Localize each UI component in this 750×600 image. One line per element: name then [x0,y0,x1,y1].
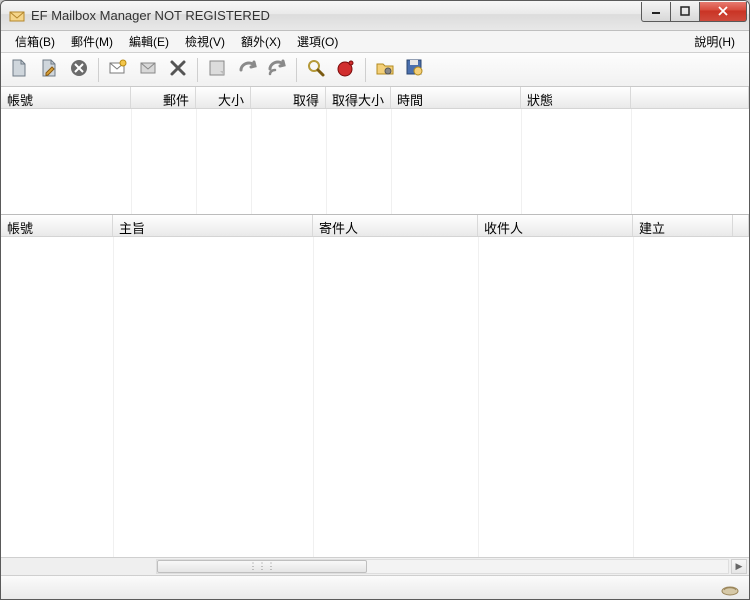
col-size[interactable]: 大小 [196,87,251,108]
accounts-listview[interactable]: 帳號 郵件 大小 取得 取得大小 時間 狀態 [1,87,749,215]
note-icon [207,58,227,81]
scroll-right-button[interactable]: ▶ [731,559,747,574]
toolbar [1,53,749,87]
menubar: 信箱(B) 郵件(M) 編輯(E) 檢視(V) 額外(X) 選項(O) 說明(H… [1,31,749,53]
titlebar[interactable]: EF Mailbox Manager NOT REGISTERED [1,1,749,31]
content-area: 帳號 郵件 大小 取得 取得大小 時間 狀態 帳號 [1,87,749,557]
cancel-icon [69,58,89,81]
tb-new-account[interactable] [5,56,33,84]
tb-new-mail[interactable] [104,56,132,84]
menu-mail[interactable]: 郵件(M) [63,31,121,52]
col-retrieved-size[interactable]: 取得大小 [326,87,391,108]
tb-find[interactable] [302,56,330,84]
accounts-header: 帳號 郵件 大小 取得 取得大小 時間 狀態 [1,87,749,109]
menu-help[interactable]: 說明(H) [686,31,743,52]
scroll-thumb[interactable]: ⋮⋮⋮ [157,560,367,573]
maximize-button[interactable] [670,2,700,22]
tb-settings[interactable] [371,56,399,84]
col-filler2[interactable] [733,215,749,236]
col-filler[interactable] [631,87,749,108]
fetch-icon [237,58,257,81]
tb-stop[interactable] [332,56,360,84]
col-status[interactable]: 狀態 [521,87,631,108]
close-button[interactable] [699,2,747,22]
col-account2[interactable]: 帳號 [1,215,113,236]
tb-mark[interactable] [203,56,231,84]
window-controls [642,2,747,22]
document-edit-icon [39,58,59,81]
delete-icon [168,58,188,81]
col-time[interactable]: 時間 [391,87,521,108]
col-account[interactable]: 帳號 [1,87,131,108]
tb-fetch[interactable] [233,56,261,84]
window-title: EF Mailbox Manager NOT REGISTERED [31,8,642,23]
col-mail[interactable]: 郵件 [131,87,196,108]
app-icon [9,8,25,24]
accounts-body[interactable] [1,109,749,214]
search-icon [306,58,326,81]
menu-mailbox[interactable]: 信箱(B) [7,31,63,52]
messages-listview[interactable]: 帳號 主旨 寄件人 收件人 建立 [1,215,749,557]
reply-icon [138,58,158,81]
col-recipient[interactable]: 收件人 [478,215,633,236]
fetch-all-icon [267,58,287,81]
toolbar-separator [98,58,99,82]
tb-delete-mail[interactable] [164,56,192,84]
tb-reply[interactable] [134,56,162,84]
statusbar [1,575,749,599]
tb-fetch-all[interactable] [263,56,291,84]
toolbar-separator [296,58,297,82]
gear-folder-icon [375,58,395,81]
col-retrieved[interactable]: 取得 [251,87,326,108]
tb-settings2[interactable] [401,56,429,84]
menu-view[interactable]: 檢視(V) [177,31,233,52]
horizontal-scrollbar[interactable]: ⋮⋮⋮ ▶ [1,557,749,575]
tb-delete-account[interactable] [65,56,93,84]
col-sender[interactable]: 寄件人 [313,215,478,236]
gear-disk-icon [405,58,425,81]
tb-edit-account[interactable] [35,56,63,84]
col-created[interactable]: 建立 [633,215,733,236]
messages-body[interactable] [1,237,749,557]
menu-options[interactable]: 選項(O) [289,31,346,52]
status-tray-icon [721,580,739,596]
toolbar-separator [197,58,198,82]
col-subject[interactable]: 主旨 [113,215,313,236]
minimize-button[interactable] [641,2,671,22]
messages-header: 帳號 主旨 寄件人 收件人 建立 [1,215,749,237]
menu-extras[interactable]: 額外(X) [233,31,289,52]
document-icon [9,58,29,81]
app-window: EF Mailbox Manager NOT REGISTERED 信箱(B) … [0,0,750,600]
menu-edit[interactable]: 編輯(E) [121,31,177,52]
new-mail-icon [108,58,128,81]
stop-icon [336,58,356,81]
toolbar-separator [365,58,366,82]
